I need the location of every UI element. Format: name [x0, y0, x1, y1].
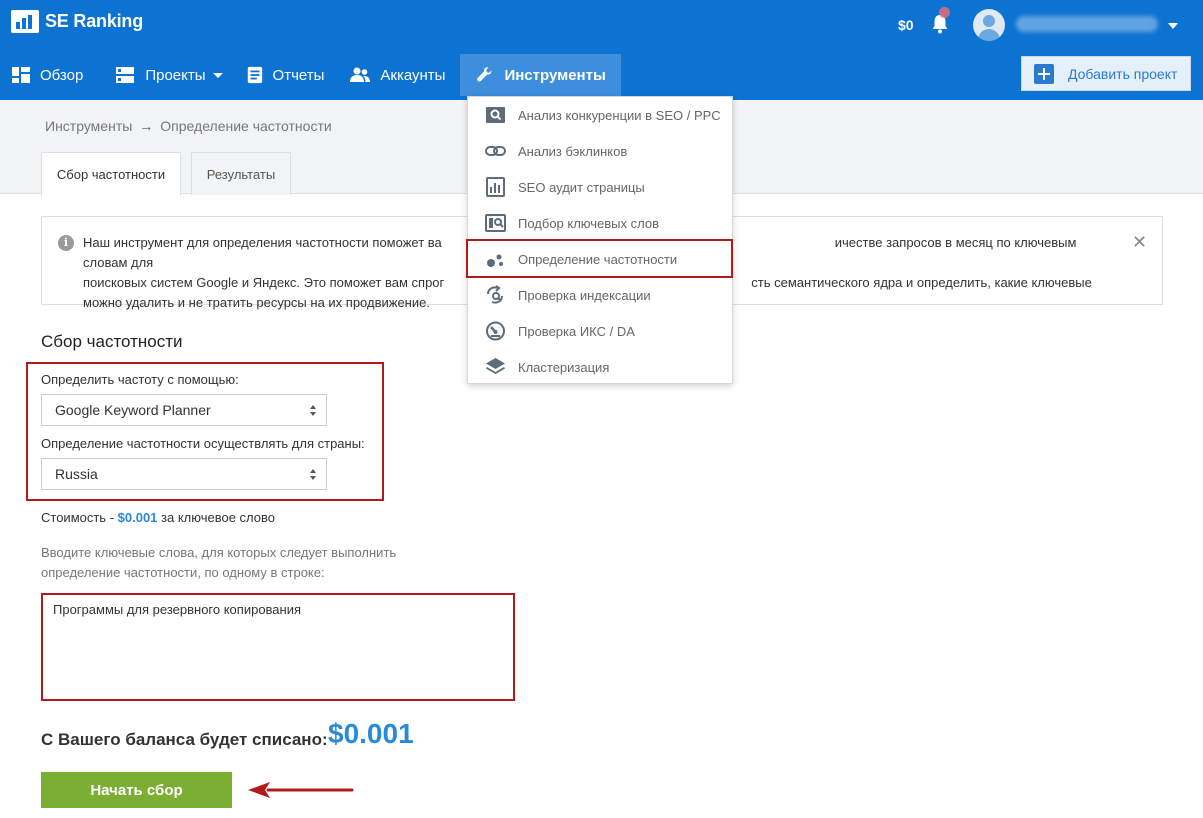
- country-value: Russia: [55, 466, 98, 482]
- logo-icon: [11, 10, 39, 33]
- link-icon: [485, 146, 506, 156]
- chevron-down-icon: [212, 72, 223, 78]
- start-button[interactable]: Начать сбор: [41, 772, 232, 808]
- charge-amount: $0.001: [328, 718, 414, 749]
- logo[interactable]: SE Ranking: [11, 10, 143, 33]
- nav-item-tools[interactable]: Инструменты: [460, 54, 621, 96]
- avatar[interactable]: [973, 9, 1005, 41]
- tab-collect[interactable]: Сбор частотности: [41, 152, 181, 196]
- menu-item-competitor-analysis[interactable]: Анализ конкуренции в SEO / PPC: [468, 97, 732, 133]
- user-name-blurred[interactable]: [1016, 16, 1158, 32]
- chevron-down-icon[interactable]: [1168, 23, 1178, 29]
- nav-label: Аккаунты: [380, 66, 446, 84]
- account-balance[interactable]: $0: [898, 17, 914, 33]
- nav-label: Отчеты: [272, 66, 325, 84]
- charge-label: С Вашего баланса будет списано:: [41, 730, 328, 749]
- keyword-search-icon: [485, 214, 506, 232]
- method-label: Определить частоту с помощью:: [41, 372, 239, 387]
- dashboard-icon: [12, 67, 30, 83]
- tab-results[interactable]: Результаты: [191, 152, 291, 195]
- method-value: Google Keyword Planner: [55, 402, 211, 418]
- keywords-hint: Вводите ключевые слова, для которых след…: [41, 545, 397, 580]
- gauge-icon: [486, 321, 505, 341]
- red-arrow-annotation: [248, 782, 354, 798]
- layers-icon: [486, 358, 505, 374]
- menu-item-seo-audit[interactable]: SEO аудит страницы: [468, 169, 732, 205]
- projects-icon: [116, 67, 135, 83]
- wrench-icon: [477, 67, 492, 82]
- nav-label: Обзор: [40, 66, 84, 84]
- section-title: Сбор частотности: [41, 332, 183, 351]
- breadcrumb-parent[interactable]: Инструменты: [45, 118, 132, 134]
- refresh-search-icon: [487, 285, 503, 304]
- notification-dot: [939, 7, 950, 18]
- nav-label: Проекты: [145, 66, 206, 84]
- nav-item-accounts[interactable]: Аккаунты: [335, 54, 456, 96]
- breadcrumb-current: Определение частотности: [160, 118, 332, 134]
- menu-item-iks-da[interactable]: Проверка ИКС / DA: [468, 313, 732, 349]
- close-icon[interactable]: ✕: [1132, 232, 1147, 253]
- select-arrows-icon: [310, 405, 317, 417]
- nav-label: Инструменты: [504, 66, 606, 84]
- highlight-box-menu-frequency: [466, 239, 733, 278]
- country-label: Определение частотности осуществлять для…: [41, 436, 365, 451]
- menu-item-backlinks[interactable]: Анализ бэклинков: [468, 133, 732, 169]
- bar-chart-icon: [486, 177, 505, 197]
- add-project-button[interactable]: Добавить проект: [1021, 56, 1191, 91]
- nav-item-reports[interactable]: Отчеты: [234, 54, 336, 96]
- brand-name: SE Ranking: [45, 11, 144, 31]
- cost-price: $0.001: [117, 510, 158, 525]
- cost-text: Стоимость - $0.001 за ключевое слово: [41, 510, 275, 525]
- plus-icon: [1034, 63, 1054, 84]
- search-icon: [486, 107, 505, 123]
- method-select[interactable]: Google Keyword Planner: [41, 394, 327, 426]
- keywords-textarea[interactable]: Программы для резервного копирования: [41, 593, 515, 701]
- nav-item-projects[interactable]: Проекты: [94, 54, 233, 96]
- breadcrumb: Инструменты → Определение частотности: [45, 118, 332, 134]
- breadcrumb-separator: →: [139, 118, 154, 134]
- info-icon: i: [58, 235, 74, 251]
- top-header: SE Ranking $0 Обзор Проекты Отчеты Аккау…: [0, 0, 1203, 100]
- menu-item-keyword-research[interactable]: Подбор ключевых слов: [468, 205, 732, 241]
- accounts-icon: [350, 67, 371, 82]
- country-select[interactable]: Russia: [41, 458, 327, 490]
- menu-item-indexation[interactable]: Проверка индексации: [468, 277, 732, 313]
- select-arrows-icon: [310, 469, 317, 481]
- add-project-label: Добавить проект: [1068, 65, 1178, 82]
- main-nav: Обзор Проекты Отчеты Аккаунты Инструмент…: [0, 54, 621, 96]
- nav-item-overview[interactable]: Обзор: [0, 54, 94, 96]
- reports-icon: [247, 66, 262, 84]
- menu-item-clustering[interactable]: Кластеризация: [468, 349, 732, 385]
